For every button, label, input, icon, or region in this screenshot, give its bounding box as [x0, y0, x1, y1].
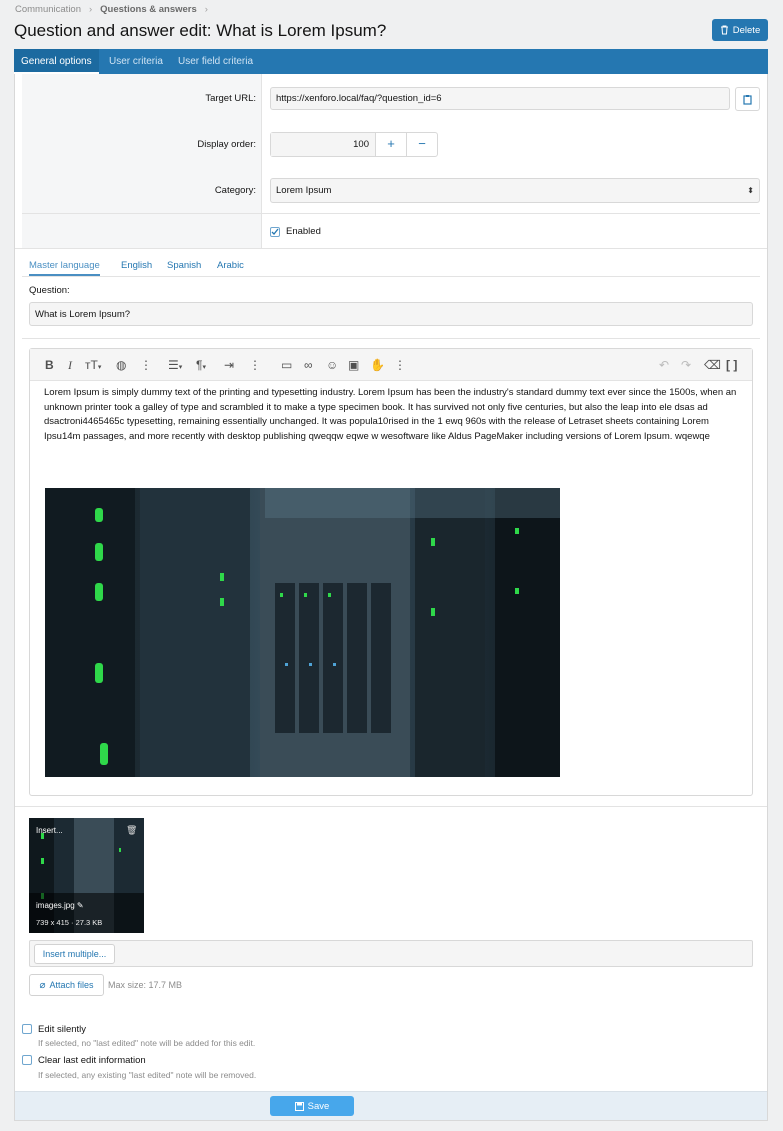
enabled-label: Enabled [286, 226, 321, 237]
edit-silently-checkbox[interactable] [22, 1024, 32, 1034]
delete-button[interactable]: Delete [712, 19, 768, 41]
divider [22, 338, 760, 339]
category-select[interactable]: Lorem Ipsum ⬍ [270, 178, 760, 203]
insert-bar [29, 940, 753, 967]
enabled-checkbox[interactable] [270, 227, 280, 237]
indent-icon[interactable]: ⇥ [224, 358, 234, 372]
more-vertical-icon[interactable]: ⋮ [249, 358, 261, 372]
server-rack-picture [45, 488, 560, 777]
eraser-icon[interactable]: ⌫ [704, 358, 721, 372]
divider [22, 276, 760, 277]
undo-icon[interactable]: ↶ [659, 358, 669, 372]
copy-button[interactable] [735, 87, 760, 111]
italic-icon[interactable]: I [68, 358, 72, 373]
display-order-input[interactable]: 100 [271, 133, 375, 156]
tab-arabic[interactable]: Arabic [217, 260, 244, 271]
smiley-icon[interactable]: ☺ [326, 358, 338, 372]
attach-files-label: Attach files [49, 980, 94, 990]
paragraph-icon[interactable]: ¶▾ [196, 358, 206, 372]
editor-content[interactable]: Lorem Ipsum is simply dummy text of the … [44, 386, 740, 444]
more-vertical-icon[interactable]: ⋮ [394, 358, 406, 372]
question-label: Question: [29, 285, 70, 296]
breadcrumb-item-questions[interactable]: Questions & answers [100, 4, 197, 15]
tab-user-field-criteria[interactable]: User field criteria [178, 49, 253, 74]
bold-icon[interactable]: B [45, 358, 54, 372]
category-value: Lorem Ipsum [276, 185, 332, 196]
tab-bar: General options User criteria User field… [14, 49, 768, 74]
more-vertical-icon[interactable]: ⋮ [140, 358, 152, 372]
clear-edit-checkbox[interactable] [22, 1055, 32, 1065]
clipboard-icon [743, 94, 752, 105]
align-icon[interactable]: ☰▾ [168, 358, 182, 372]
edit-silently-label: Edit silently [38, 1024, 87, 1035]
attachment-filename: images.jpg ✎ [36, 901, 84, 910]
editor-toolbar: B I тT▾ ◍ ⋮ ☰▾ ¶▾ ⇥ ⋮ ▭ ∞ ☺ ▣ ✋ ⋮ ↶ ↷ ⌫ … [30, 349, 752, 381]
tab-master-language[interactable]: Master language [29, 260, 100, 276]
image-icon[interactable]: ▭ [281, 358, 292, 372]
attachment-filename-text: images.jpg [36, 901, 75, 910]
link-icon[interactable]: ∞ [304, 358, 313, 372]
decrement-button[interactable]: − [406, 133, 437, 156]
insert-attachment-link[interactable]: Insert... [36, 826, 63, 835]
page-title: Question and answer edit: What is Lorem … [14, 21, 387, 40]
edit-pencil-icon[interactable]: ✎ [77, 901, 84, 910]
attachment-thumbnail[interactable]: Insert... 🗑 images.jpg ✎ 739 x 415 · 27.… [29, 818, 144, 933]
target-url-label: Target URL: [205, 93, 256, 104]
edit-silently-hint: If selected, no "last edited" note will … [38, 1038, 256, 1048]
media-icon[interactable]: ▣ [348, 358, 359, 372]
save-icon [294, 1101, 304, 1111]
server-rack-image[interactable] [45, 488, 560, 777]
breadcrumb: Communication › Questions & answers › [15, 4, 216, 15]
tab-general-options[interactable]: General options [14, 49, 99, 74]
divider [15, 248, 767, 249]
clear-edit-label: Clear last edit information [38, 1055, 146, 1066]
save-button[interactable]: Save [270, 1096, 354, 1116]
question-input[interactable]: What is Lorem Ipsum? [29, 302, 753, 326]
max-size-text: Max size: 17.7 MB [108, 980, 183, 990]
tab-user-criteria[interactable]: User criteria [109, 49, 163, 74]
check-icon [271, 228, 279, 235]
display-order-label: Display order: [197, 139, 256, 150]
tab-spanish[interactable]: Spanish [167, 260, 201, 271]
delete-label: Delete [732, 24, 761, 36]
tab-english[interactable]: English [121, 260, 152, 271]
target-url-field[interactable]: https://xenforo.local/faq/?question_id=6 [270, 87, 730, 110]
palette-icon[interactable]: ◍ [116, 358, 126, 372]
divider [15, 806, 767, 807]
attachment-meta: 739 x 415 · 27.3 KB [36, 918, 103, 927]
attach-files-button[interactable]: ⌀ Attach files [29, 974, 104, 996]
divider [22, 213, 760, 214]
gif-icon[interactable]: ✋ [370, 358, 385, 372]
save-label: Save [307, 1100, 330, 1112]
toggle-bbcode-icon[interactable]: [ ] [726, 358, 737, 372]
delete-attachment-icon[interactable]: 🗑 [126, 825, 137, 836]
category-label: Category: [214, 185, 256, 196]
trash-icon [720, 25, 728, 35]
insert-multiple-button[interactable]: Insert multiple... [34, 944, 115, 964]
redo-icon[interactable]: ↷ [681, 358, 691, 372]
breadcrumb-separator-icon: › [204, 4, 208, 15]
text-size-icon[interactable]: тT▾ [85, 358, 101, 372]
paperclip-icon: ⌀ [39, 979, 46, 991]
breadcrumb-separator-icon: › [89, 4, 93, 15]
increment-button[interactable]: + [375, 133, 406, 156]
display-order-stepper: 100 + − [270, 132, 438, 157]
select-arrows-icon: ⬍ [747, 186, 754, 195]
clear-edit-hint: If selected, any existing "last edited" … [38, 1070, 257, 1080]
breadcrumb-item-communication[interactable]: Communication [15, 4, 81, 15]
form-footer [15, 1091, 767, 1120]
